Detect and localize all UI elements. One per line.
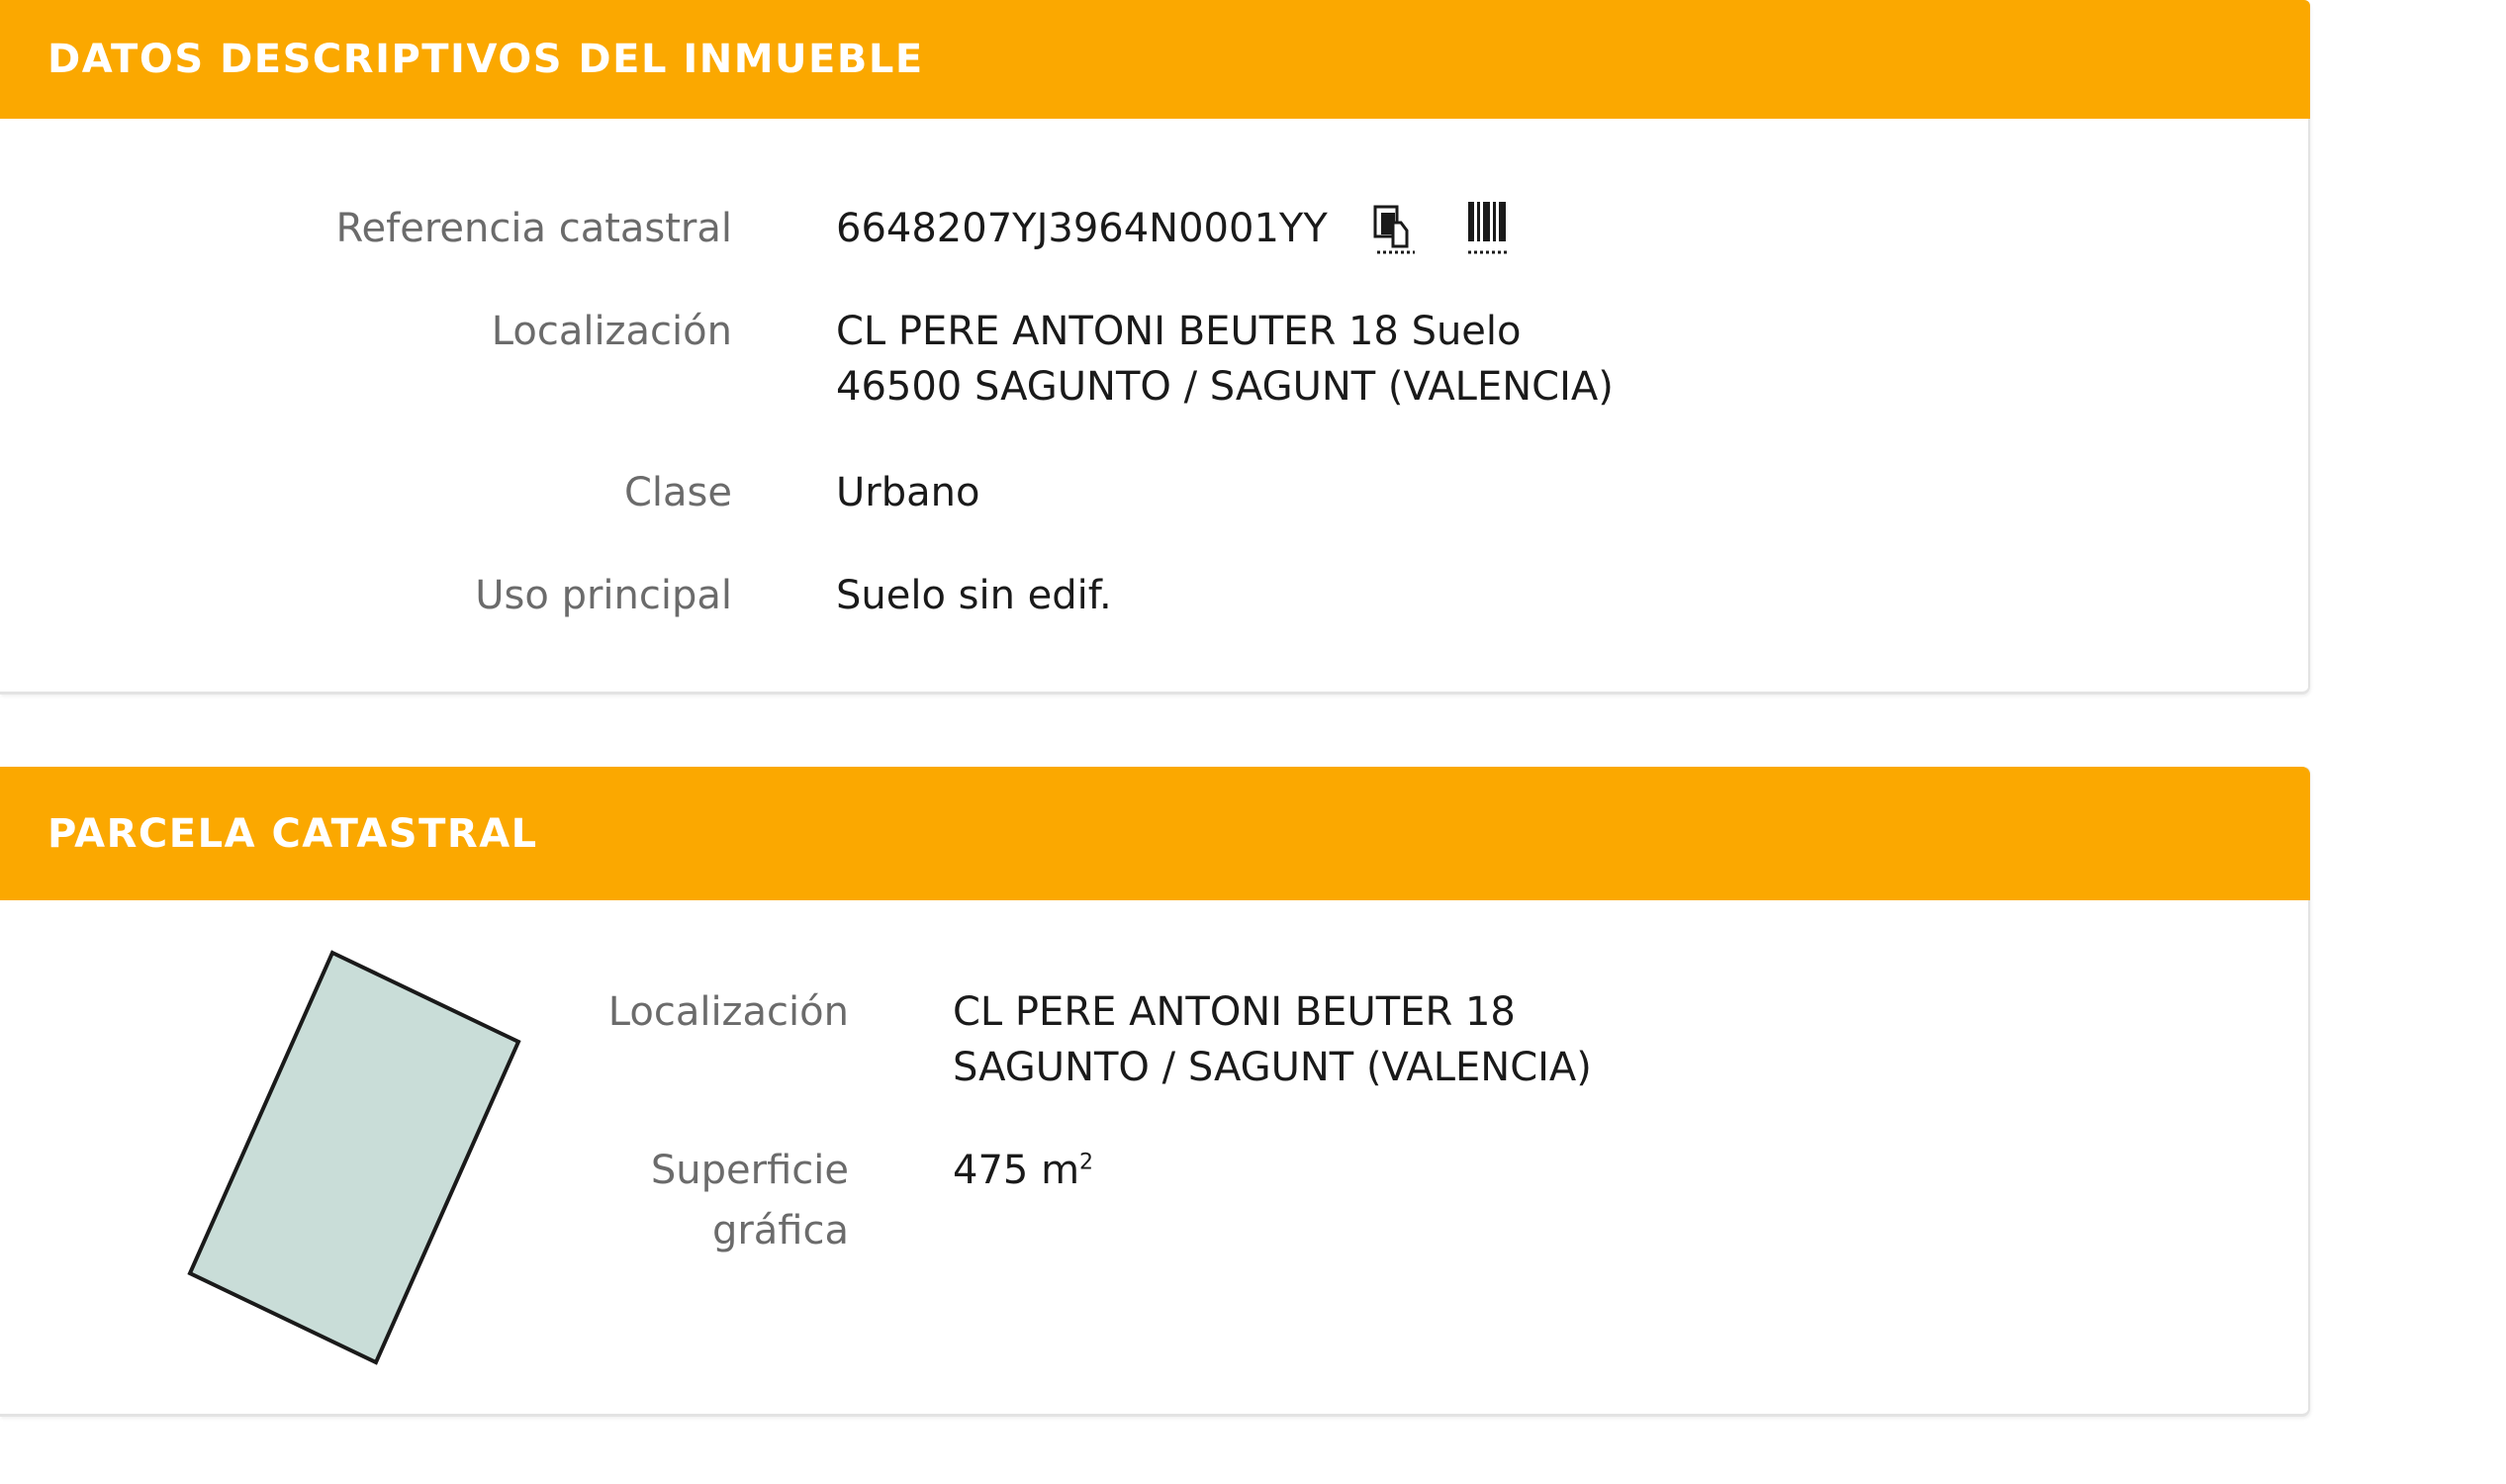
parcel-location-line-2: SAGUNTO / SAGUNT (VALENCIA) [953, 1045, 1592, 1090]
parcel-shape[interactable] [178, 945, 534, 1380]
descriptive-data-panel: DATOS DESCRIPTIVOS DEL INMUEBLE Referenc… [0, 0, 2310, 695]
cadastral-reference-label: Referencia catastral [335, 206, 732, 251]
class-label: Clase [623, 470, 732, 515]
graphic-surface-label-line-2: gráfica [711, 1208, 849, 1253]
location-line-1: CL PERE ANTONI BEUTER 18 Suelo [836, 309, 1522, 354]
graphic-surface-value: 475 m2 [953, 1143, 1093, 1198]
cadastral-parcel-header: PARCELA CATASTRAL [0, 767, 2310, 900]
descriptive-data-header: DATOS DESCRIPTIVOS DEL INMUEBLE [0, 0, 2310, 119]
parcel-location-label: Localización [607, 989, 849, 1035]
location-line-2: 46500 SAGUNTO / SAGUNT (VALENCIA) [836, 364, 1614, 410]
descriptive-data-title: DATOS DESCRIPTIVOS DEL INMUEBLE [47, 37, 924, 82]
graphic-surface-exponent: 2 [1079, 1150, 1094, 1175]
main-use-value: Suelo sin edif. [836, 573, 1112, 618]
class-value: Urbano [836, 470, 980, 515]
graphic-surface-amount: 475 m [953, 1148, 1080, 1193]
copy-icon[interactable] [1371, 203, 1417, 260]
graphic-surface-label-line-1: Superficie [650, 1148, 849, 1193]
cadastral-parcel-title: PARCELA CATASTRAL [47, 810, 538, 857]
location-label: Localización [491, 309, 732, 354]
parcel-location-line-1: CL PERE ANTONI BEUTER 18 [953, 989, 1516, 1035]
main-use-label: Uso principal [475, 573, 732, 618]
parcel-polygon[interactable] [187, 950, 521, 1365]
cadastral-parcel-panel: PARCELA CATASTRAL Localización CL PERE A… [0, 767, 2310, 1417]
cadastral-reference-value: 6648207YJ3964N0001YY [836, 206, 1328, 251]
barcode-icon[interactable] [1464, 198, 1510, 261]
